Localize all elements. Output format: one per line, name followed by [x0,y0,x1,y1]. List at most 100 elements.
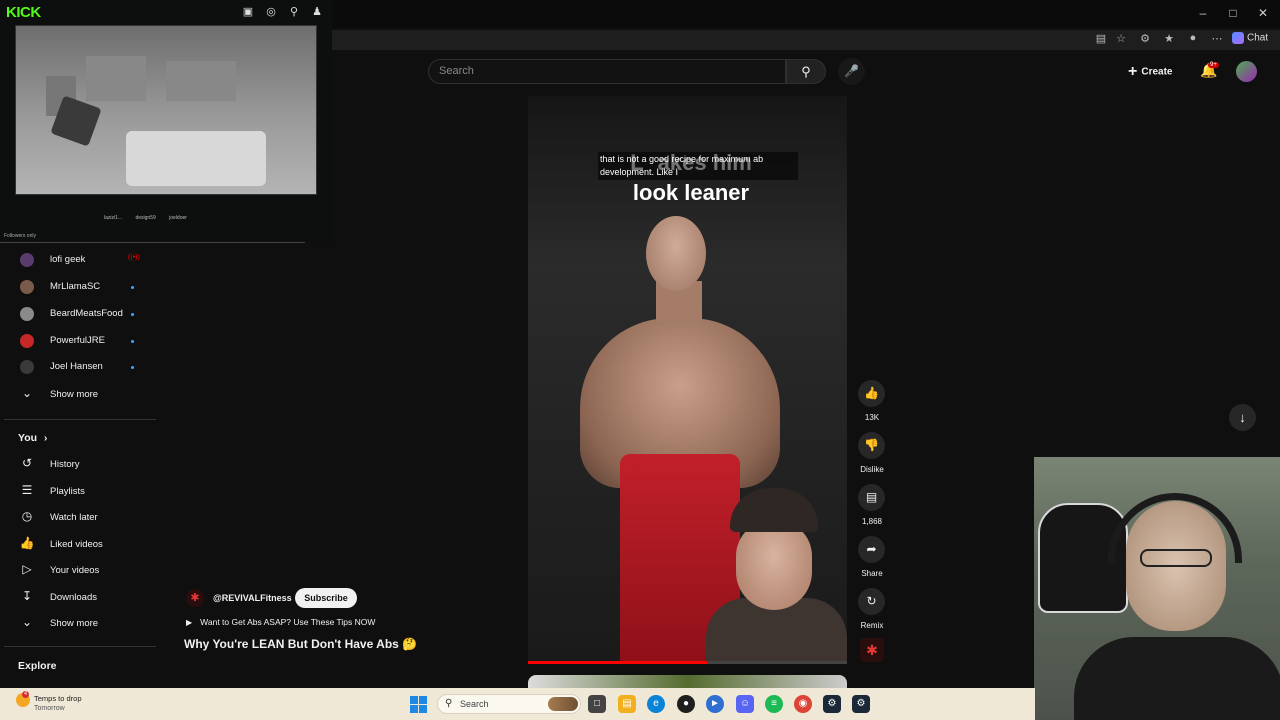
kick-stream-video[interactable] [15,25,317,195]
search-box[interactable] [428,59,786,84]
copilot-icon [1232,32,1244,44]
dislike-button[interactable]: 👎 [858,432,885,459]
share-button[interactable]: ➦ [858,536,885,563]
comment-icon: ▤ [865,490,878,504]
profile-icon[interactable]: ● [1182,32,1204,44]
chatter-name: joeldoer [169,215,187,221]
app-icon[interactable]: ► [706,695,724,713]
more-menu-icon[interactable]: ⋯ [1206,32,1228,45]
subscribe-button[interactable]: Subscribe [295,588,357,608]
gift-icon[interactable]: ▣ [238,5,258,18]
copilot-chat-button[interactable]: Chat [1232,32,1268,44]
video-progress-fill [528,661,707,664]
notification-badge: 9+ [1208,62,1219,68]
download-icon: ↧ [21,589,33,603]
thumbs-down-icon: 👎 [864,438,879,452]
create-button[interactable]: + Create [1128,60,1172,84]
channel-name: Joel Hansen [50,361,103,372]
channel-thumbnail[interactable]: ✱ [860,638,884,662]
related-video-title: Want to Get Abs ASAP? Use These Tips NOW [200,617,376,627]
playlists-icon: ☰ [21,483,33,497]
chrome-icon[interactable]: ◉ [794,695,812,713]
show-more-subscriptions[interactable]: ⌄ Show more [0,382,155,408]
short-video-player[interactable]: Lakes himlook leaner that is not a good … [528,96,847,664]
play-square-icon: ▷ [22,562,32,576]
sidebar-item-label: Watch later [50,512,98,523]
close-icon[interactable]: ✕ [1248,6,1278,20]
sidebar-item-label: History [50,459,80,470]
discord-icon[interactable]: ☺ [736,695,754,713]
obs-icon[interactable]: ● [677,695,695,713]
explore-section-heading: Explore [18,660,57,672]
extensions-icon[interactable]: ⚙ [1134,32,1156,45]
windows-start-icon[interactable] [410,696,427,713]
new-content-dot [131,313,134,316]
like-count: 13K [864,413,880,422]
plus-icon: + [1128,63,1138,80]
reader-mode-icon[interactable]: ▤ [1090,32,1112,45]
related-video-link[interactable]: ▶ Want to Get Abs ASAP? Use These Tips NO… [186,617,375,627]
favorite-star-icon[interactable]: ☆ [1110,32,1132,45]
channel-handle[interactable]: @REVIVALFitness [213,593,292,603]
like-button[interactable]: 👍 [858,380,885,407]
search-button[interactable]: ⚲ [786,59,826,84]
search-input[interactable] [439,65,769,77]
voice-search-button[interactable]: 🎤 [838,58,865,85]
steam-icon[interactable]: ⚙ [852,695,870,713]
subscription-item[interactable]: lofi geek ((•)) [0,248,155,274]
chevron-down-icon: ⌄ [21,615,33,629]
search-highlight-image [548,697,578,711]
create-label: Create [1141,66,1173,78]
remix-button[interactable]: ↻ [858,588,885,615]
new-content-dot [131,286,134,289]
subscription-item[interactable]: MrLlamaSC [0,275,155,301]
short-title: Why You're LEAN But Don't Have Abs 🤔 [184,637,418,651]
channel-name: BeardMeatsFood [50,308,123,319]
sidebar-item-watch-later[interactable]: ◷ Watch later [0,505,155,531]
search-icon: ⚲ [445,698,453,709]
sidebar-item-playlists[interactable]: ☰ Playlists [0,479,155,505]
sidebar-item-label: Your videos [50,565,100,576]
sidebar-item-history[interactable]: ↺ History [0,452,155,478]
maximize-icon[interactable]: □ [1218,6,1248,20]
channel-avatar [20,307,34,321]
show-more-you[interactable]: ⌄ Show more [0,611,155,637]
subscription-item[interactable]: Joel Hansen [0,355,155,381]
subscription-item[interactable]: BeardMeatsFood [0,302,155,328]
taskbar-search[interactable]: ⚲ Search [437,694,581,714]
user-icon[interactable]: ♟ [307,5,327,18]
sidebar-item-label: Playlists [50,486,85,497]
steam-icon[interactable]: ⚙ [823,695,841,713]
account-avatar[interactable] [1236,61,1257,82]
sidebar-item-liked-videos[interactable]: 👍 Liked videos [0,532,155,558]
show-more-label: Show more [50,618,99,629]
share-arrow-icon: ➦ [866,542,877,556]
channel-avatar[interactable]: ✱ [186,589,204,607]
divider [4,646,156,647]
comments-button[interactable]: ▤ [858,484,885,511]
favorites-icon[interactable]: ★ [1158,32,1180,45]
remix-icon: ↻ [866,594,877,608]
you-section-heading[interactable]: You › [18,432,47,444]
edge-browser-icon[interactable]: e [647,695,665,713]
chevron-down-icon: ⌄ [21,386,33,400]
new-content-dot [131,366,134,369]
weather-alert-badge: 4 [22,691,29,698]
search-icon[interactable]: ⚲ [284,5,304,18]
weather-title[interactable]: Temps to drop [34,694,82,703]
sidebar-item-downloads[interactable]: ↧ Downloads [0,585,155,611]
minimize-icon[interactable]: – [1188,6,1218,20]
live-indicator-icon: ((•)) [128,254,140,261]
next-short-button[interactable]: ↓ [1229,404,1256,431]
sidebar-item-label: Downloads [50,592,97,603]
thumbs-up-icon: 👍 [19,536,35,550]
channel-name: MrLlamaSC [50,281,101,292]
sidebar-item-your-videos[interactable]: ▷ Your videos [0,558,155,584]
subscription-item[interactable]: PowerfulJRE [0,329,155,355]
show-more-label: Show more [50,389,99,400]
file-explorer-icon[interactable]: ▤ [618,695,636,713]
spotify-icon[interactable]: ≡ [765,695,783,713]
channel-avatar [20,360,34,374]
globe-icon[interactable]: ◎ [261,5,281,18]
task-view-icon[interactable]: □ [588,695,606,713]
